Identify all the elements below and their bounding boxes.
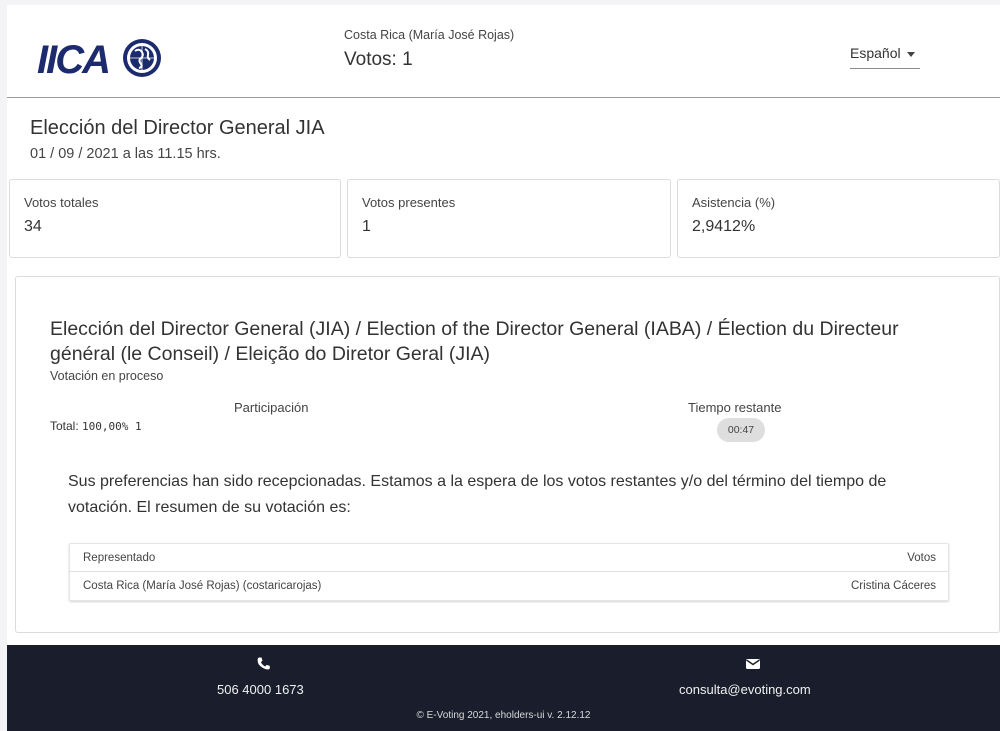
timer-chip: 00:47 (717, 418, 765, 442)
vote-title: Elección del Director General (JIA) / El… (50, 318, 899, 365)
footer: 506 4000 1673 consulta@evoting.com © E-V… (7, 645, 1000, 731)
time-remaining-label: Tiempo restante (688, 400, 782, 415)
stat-label: Votos totales (24, 195, 99, 210)
participation-total: Total: 100,00% 1 (50, 419, 142, 433)
iica-logo: IICA (37, 38, 161, 82)
language-select[interactable]: Español (850, 45, 920, 69)
votes-count: Votos: 1 (344, 49, 413, 70)
stat-label: Votos presentes (362, 195, 456, 210)
election-date: 01 / 09 / 2021 a las 11.15 hrs. (30, 146, 221, 162)
account-name: Costa Rica (María José Rojas) (344, 28, 515, 42)
footer-copyright: © E-Voting 2021, eholders-ui v. 2.12.12 (416, 710, 591, 721)
total-prefix: Total: (50, 419, 79, 433)
cell-vote: Cristina Cáceres (851, 580, 936, 592)
participation-label: Participación (234, 400, 309, 415)
confirmation-message: Sus preferencias han sido recepcionadas.… (68, 473, 887, 516)
logo-text: IICA (37, 38, 109, 82)
caret-down-icon (906, 51, 915, 57)
stat-label: Asistencia (%) (692, 195, 776, 210)
phone-icon (257, 657, 270, 670)
table-row: Costa Rica (María José Rojas) (costarica… (70, 572, 948, 600)
vote-panel: Elección del Director General (JIA) / El… (15, 276, 1000, 633)
column-header-represented: Representado (83, 552, 156, 564)
total-value: 100,00% 1 (82, 420, 142, 433)
stat-card-total-votes: Votos totales 34 (9, 179, 341, 258)
mail-icon (746, 659, 760, 669)
vote-summary-table: Representado Votos Costa Rica (María Jos… (69, 543, 949, 601)
table-header-row: Representado Votos (70, 544, 948, 572)
stat-value: 1 (362, 218, 371, 235)
language-value: Español (850, 45, 901, 61)
app-shell: IICA Costa Rica (María José Rojas) Votos… (7, 5, 1000, 731)
footer-phone[interactable]: 506 4000 1673 (217, 682, 304, 697)
stat-card-present-votes: Votos presentes 1 (347, 179, 671, 258)
stat-card-attendance: Asistencia (%) 2,9412% (677, 179, 1000, 258)
globe-seal-icon (123, 39, 161, 77)
stat-value: 34 (24, 218, 42, 235)
election-title: Elección del Director General JIA (30, 117, 325, 139)
stat-value: 2,9412% (692, 218, 756, 235)
vote-status: Votación en proceso (50, 369, 164, 383)
top-header: IICA Costa Rica (María José Rojas) Votos… (7, 5, 1000, 98)
column-header-votes: Votos (907, 552, 936, 564)
cell-represented: Costa Rica (María José Rojas) (costarica… (83, 580, 322, 592)
footer-email[interactable]: consulta@evoting.com (679, 682, 811, 697)
